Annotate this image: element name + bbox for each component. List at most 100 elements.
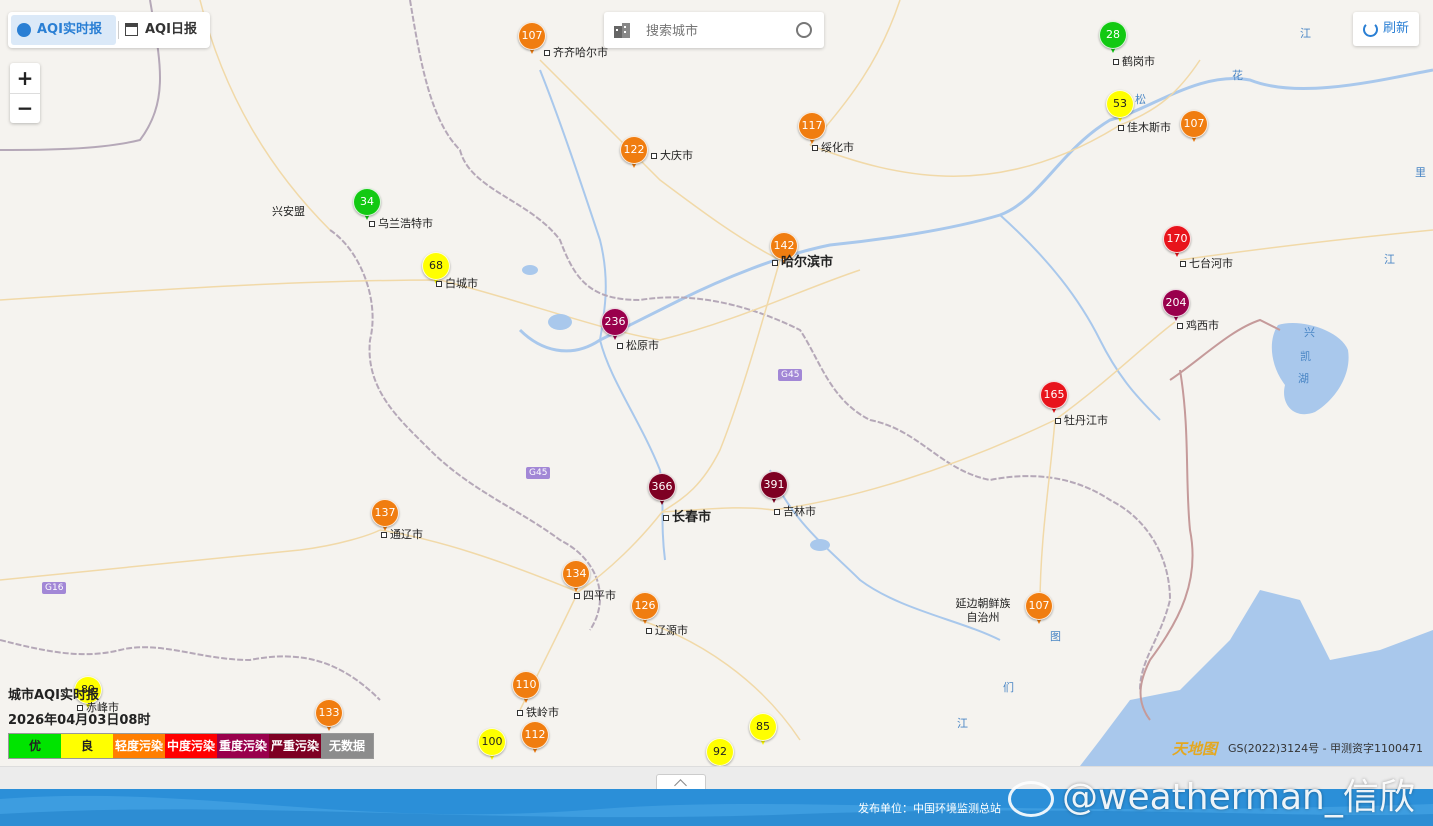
city-name: 通辽市 [390, 528, 423, 541]
aqi-marker-daqing[interactable]: 122 [620, 136, 648, 172]
city-dot [381, 532, 387, 538]
highway-shield-g45-north: G45 [778, 369, 803, 381]
search-icon[interactable] [796, 22, 812, 38]
aqi-value: 133 [315, 699, 343, 727]
aqi-value: 100 [478, 728, 506, 756]
legend-item-2: 轻度污染 [113, 734, 165, 758]
zoom-out-button[interactable]: − [10, 94, 40, 123]
aqi-value: 107 [1025, 592, 1053, 620]
aqi-marker-s100[interactable]: 100 [478, 728, 506, 764]
aqi-marker-changchun[interactable]: 366 [648, 473, 676, 509]
city-name: 佳木斯市 [1127, 121, 1171, 134]
publisher-text: 发布单位：中国环境监测总站 [858, 802, 1001, 815]
city-label-changchun: 长春市 [663, 506, 711, 525]
water-label-li: 里 [1415, 166, 1426, 179]
aqi-marker-s112[interactable]: 112 [521, 721, 549, 757]
aqi-value: 391 [760, 471, 788, 499]
water-label-hua: 花 [1232, 69, 1243, 82]
aqi-marker-s85[interactable]: 85 [749, 713, 777, 749]
water-label-jiang2: 江 [1384, 253, 1395, 266]
city-dot [436, 281, 442, 287]
tianditu-logo: 天地图 [1172, 740, 1218, 758]
city-dot [517, 710, 523, 716]
aqi-value: 134 [562, 560, 590, 588]
legend-item-5: 严重污染 [269, 734, 321, 758]
weibo-icon [1008, 781, 1054, 817]
highway-shield-g16: G16 [42, 582, 67, 594]
city-name: 长春市 [672, 510, 712, 525]
city-label-tieling: 铁岭市 [517, 704, 559, 720]
city-dot [812, 145, 818, 151]
city-name: 大庆市 [660, 149, 693, 162]
city-dot [1113, 59, 1119, 65]
aqi-value: 92 [706, 738, 734, 766]
region-label-yanbian: 延边朝鲜族 自治州 [955, 597, 1011, 624]
city-dot [544, 50, 550, 56]
city-dot [772, 259, 778, 266]
aqi-value: 122 [620, 136, 648, 164]
city-label-mudanjiang: 牡丹江市 [1055, 412, 1108, 428]
tab-aqi-realtime[interactable]: AQI实时报 [11, 15, 116, 45]
aqi-marker-s92[interactable]: 92 [706, 738, 734, 766]
city-dot [369, 221, 375, 227]
city-name: 七台河市 [1189, 257, 1233, 270]
city-label-liaoyuan: 辽源市 [646, 622, 688, 638]
aqi-value: 204 [1162, 289, 1190, 317]
city-name: 松原市 [626, 339, 659, 352]
legend-item-3: 中度污染 [165, 734, 217, 758]
zoom-in-button[interactable]: + [10, 63, 40, 93]
aqi-marker-yanbian[interactable]: 107 [1025, 592, 1053, 628]
zoom-control: + − [10, 63, 40, 123]
tab-aqi-daily-label: AQI日报 [145, 22, 197, 37]
tab-aqi-realtime-label: AQI实时报 [37, 22, 102, 37]
water-label-xing: 兴 [1304, 326, 1315, 339]
aqi-marker-tieling[interactable]: 110 [512, 671, 540, 707]
aqi-value: 137 [371, 499, 399, 527]
city-label-siping: 四平市 [574, 587, 616, 603]
city-label-qitaihe: 七台河市 [1180, 255, 1233, 271]
map-basemap [0, 0, 1433, 766]
aqi-value: 170 [1163, 225, 1191, 253]
city-dot [1055, 418, 1061, 424]
city-dot [617, 343, 623, 349]
aqi-value: 110 [512, 671, 540, 699]
search-input[interactable] [644, 20, 788, 42]
city-label-suihua: 绥化市 [812, 139, 854, 155]
aqi-marker-qiqihaer[interactable]: 107 [518, 22, 546, 58]
tab-aqi-daily[interactable]: AQI日报 [123, 15, 207, 45]
legend-title: 城市AQI实时报 [8, 688, 99, 703]
aqi-legend: 优良轻度污染 中度污染 重度污染 严重污染 无数据 [8, 733, 374, 759]
map-canvas[interactable]: 兴安盟 延边朝鲜族 自治州 松 花 江 里 江 兴 凯 湖 图 们 江 G45 … [0, 0, 1433, 766]
aqi-marker-hegang[interactable]: 28 [1099, 21, 1127, 57]
city-name: 哈尔滨市 [781, 255, 834, 270]
legend-item-1: 良 [61, 734, 113, 758]
aqi-marker-jiamusi_e[interactable]: 107 [1180, 110, 1208, 146]
refresh-button[interactable]: 刷新 [1353, 12, 1419, 46]
legend-item-4: 重度污染 [217, 734, 269, 758]
city-dot [1118, 125, 1124, 131]
city-label-ulanhot: 乌兰浩特市 [369, 215, 433, 231]
city-label-baicheng: 白城市 [436, 275, 478, 291]
city-name: 牡丹江市 [1064, 414, 1108, 427]
city-name: 鸡西市 [1186, 319, 1219, 332]
city-dot [774, 509, 780, 515]
legend-item-0: 优 [9, 734, 61, 758]
legend-item-6: 无数据 [321, 734, 373, 758]
city-name: 乌兰浩特市 [378, 217, 433, 230]
aqi-value: 34 [353, 188, 381, 216]
building-icon [614, 23, 630, 38]
city-label-tongliao: 通辽市 [381, 526, 423, 542]
aqi-value: 112 [521, 721, 549, 749]
city-search-box [604, 12, 824, 48]
weibo-watermark: @weatherman_信欣 [1008, 768, 1415, 820]
water-label-jiang3: 江 [957, 717, 968, 730]
city-label-songyuan: 松原市 [617, 337, 659, 353]
aqi-marker-fuxin[interactable]: 133 [315, 699, 343, 735]
city-label-qiqihaer: 齐齐哈尔市 [544, 44, 608, 60]
aqi-marker-jilin[interactable]: 391 [760, 471, 788, 507]
aqi-value: 366 [648, 473, 676, 501]
city-label-daqing: 大庆市 [651, 147, 693, 163]
aqi-value: 107 [518, 22, 546, 50]
city-dot [646, 628, 652, 634]
city-name: 铁岭市 [526, 706, 559, 719]
